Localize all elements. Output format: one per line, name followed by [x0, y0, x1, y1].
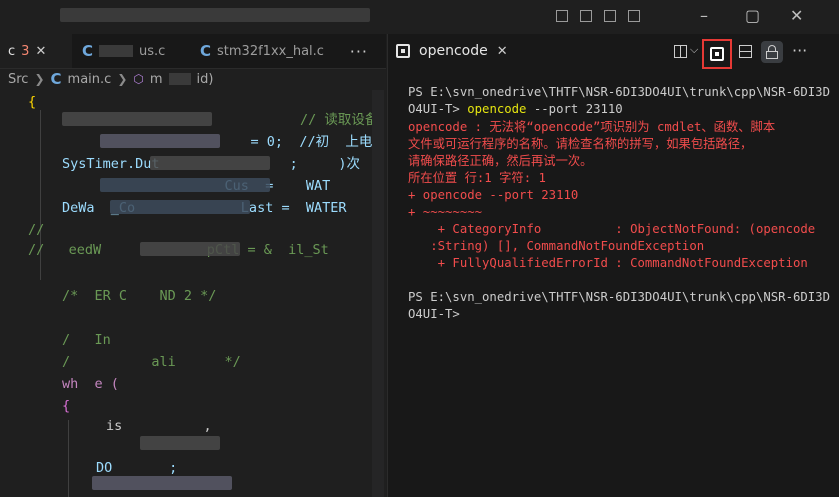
code-editor[interactable]: { // 读取设备 = 0; //初 上电 SysTimer.Dut ; )次 … — [0, 90, 386, 497]
c-file-icon: C — [200, 42, 212, 60]
terminal-tab-bar: opencode ✕ ⌵ ··· — [388, 34, 839, 69]
breadcrumb: Src ❯ C main.c ❯ ⬡ m id) — [0, 68, 386, 90]
c-file-icon: C — [50, 70, 62, 88]
lock-button[interactable] — [761, 41, 783, 63]
terminal-line: :String) [], CommandNotFoundException — [408, 239, 705, 253]
function-symbol-icon: ⬡ — [133, 72, 144, 86]
more-icon[interactable]: ··· — [792, 41, 807, 60]
terminal-line: opencode : 无法将“opencode”项识别为 cmdlet、函数、脚… — [408, 120, 776, 134]
lock-icon-body — [766, 51, 778, 59]
minimize-icon[interactable]: – — [700, 6, 708, 26]
code-line: // — [28, 222, 45, 238]
terminal-tab-label: opencode — [419, 43, 488, 59]
terminal-line: + opencode --port 23110 — [408, 188, 579, 202]
terminal-line: 所在位置 行:1 字符: 1 — [408, 171, 546, 185]
chevron-down-icon[interactable]: ⌵ — [690, 43, 698, 57]
code-line: / In — [62, 332, 111, 348]
c-file-icon: C — [82, 42, 94, 60]
close-window-icon[interactable]: ✕ — [790, 6, 803, 26]
close-terminal-icon[interactable]: ✕ — [497, 44, 508, 59]
redacted-code — [150, 156, 270, 170]
redacted-code — [92, 476, 232, 490]
code-line: wh e ( — [62, 376, 119, 392]
problem-count-badge: 3 — [21, 43, 30, 59]
editor-tab-active[interactable]: c 3 ✕ — [0, 34, 72, 68]
code-line: { — [62, 398, 71, 414]
window-title-redacted — [60, 8, 370, 22]
editor-tab-bar: c 3 ✕ C us.c C stm32f1xx_hal.c ··· — [0, 34, 386, 69]
terminal-panel: opencode ✕ ⌵ ··· PS E:\svn_onedrive\THTF… — [387, 34, 839, 497]
chevron-right-icon: ❯ — [34, 72, 45, 86]
secondary-sidebar-icon[interactable] — [628, 10, 640, 22]
terminal-command: opencode — [467, 102, 527, 116]
title-bar: – ▢ ✕ — [0, 0, 839, 34]
breadcrumb-folder[interactable]: Src — [8, 72, 28, 87]
code-line: { — [28, 94, 37, 110]
breadcrumb-symbol-suffix: id) — [196, 71, 214, 87]
tab-label: c — [8, 43, 16, 59]
redacted-code — [100, 178, 270, 192]
terminal-prompt: O4UI-T> — [408, 102, 468, 116]
redacted-code — [140, 242, 240, 256]
code-line: /* ER C ND 2 */ — [62, 288, 217, 304]
restore-icon[interactable]: ▢ — [745, 6, 760, 26]
redacted-code — [62, 112, 212, 126]
editor-tab[interactable]: C stm32f1xx_hal.c — [192, 34, 332, 68]
indent-guide — [68, 420, 69, 497]
terminal-line: 文件或可运行程序的名称。请检查名称的拼写，如果包括路径， — [408, 137, 753, 151]
redacted-code — [140, 436, 220, 450]
tab-label: stm32f1xx_hal.c — [217, 43, 324, 59]
terminal-line: + ~~~~~~~~ — [408, 205, 483, 219]
breadcrumb-symbol[interactable]: m — [150, 72, 163, 87]
editor-pane: c 3 ✕ C us.c C stm32f1xx_hal.c ··· Src ❯… — [0, 34, 386, 497]
split-terminal-icon[interactable] — [674, 45, 687, 58]
terminal-line: PS E:\svn_onedrive\THTF\NSR-6DI3DO4UI\tr… — [408, 290, 830, 304]
layout-toggle-icon[interactable] — [556, 10, 568, 22]
code-line: // 读取设备 — [300, 112, 379, 128]
redacted-code — [100, 134, 220, 148]
terminal-line: 请确保路径正确，然后再试一次。 — [408, 154, 593, 168]
redacted-code — [110, 200, 250, 214]
terminal-args: --port 23110 — [526, 102, 623, 116]
code-line: / ali */ — [62, 354, 241, 370]
code-line: is , — [106, 418, 212, 434]
redacted-text — [99, 45, 134, 57]
code-line: DO ; — [96, 460, 178, 476]
breadcrumb-file[interactable]: main.c — [68, 72, 112, 87]
tab-label: us.c — [139, 43, 166, 59]
terminal-line: O4UI-T> opencode --port 23110 — [408, 101, 623, 118]
maximize-panel-icon — [710, 47, 724, 61]
terminal-tab[interactable]: opencode ✕ — [396, 34, 508, 68]
terminal-line: PS E:\svn_onedrive\THTF\NSR-6DI3DO4UI\tr… — [408, 85, 830, 99]
more-tabs-icon[interactable]: ··· — [350, 42, 368, 61]
terminal-icon — [396, 44, 410, 58]
redacted-text — [168, 73, 191, 85]
terminal-line: + CategoryInfo : ObjectNotFound: (openco… — [408, 222, 816, 236]
terminal-line: + FullyQualifiedErrorId : CommandNotFoun… — [408, 256, 808, 270]
chevron-right-icon: ❯ — [117, 72, 128, 86]
panel-layout-icon[interactable] — [739, 45, 752, 58]
panel-toggle-icon[interactable] — [604, 10, 616, 22]
sidebar-toggle-icon[interactable] — [580, 10, 592, 22]
terminal-line: O4UI-T> — [408, 307, 460, 321]
maximize-panel-button[interactable] — [702, 39, 732, 69]
editor-tab[interactable]: C us.c — [74, 34, 186, 68]
vertical-scrollbar[interactable] — [372, 90, 384, 497]
close-tab-icon[interactable]: ✕ — [35, 44, 46, 59]
